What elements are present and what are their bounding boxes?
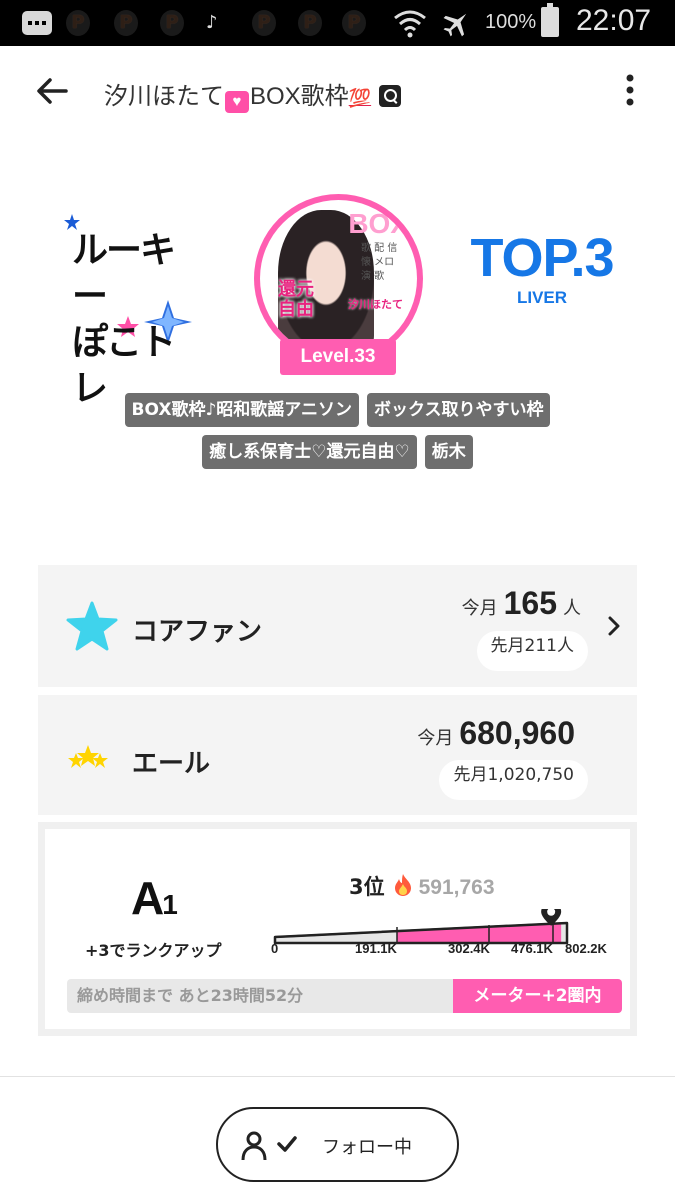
battery-icon [541, 3, 559, 37]
tag[interactable]: 癒し系保育士♡還元自由♡ [202, 435, 417, 469]
battery-percent: 100% [485, 11, 537, 33]
p-app-icon: P [160, 10, 184, 36]
heart-icon: ♥ [225, 91, 249, 113]
this-month-prefix: 今月 [417, 728, 454, 749]
p-app-icon: P [66, 10, 90, 36]
avatar-box-text: BOX [348, 208, 409, 239]
rank-letter-main: A [131, 872, 164, 924]
meter-label: 0 [271, 941, 279, 956]
core-fan-card[interactable]: コアファン 今月 165 人 先月211人 [38, 565, 637, 687]
meter-status-badge: メーター+2圏内 [453, 979, 622, 1013]
tag[interactable]: BOX歌枠♪昭和歌謡アニソン [124, 393, 359, 427]
p-app-icon: P [114, 10, 138, 36]
search-box-icon[interactable] [379, 85, 402, 107]
meter-label: 476.1K [511, 941, 553, 956]
check-icon [277, 1136, 297, 1152]
follow-button[interactable]: フォロー中 [216, 1107, 459, 1182]
avatar-name: 汐川ほたて [348, 298, 403, 311]
yell-label: エール [132, 749, 211, 779]
star-icon [66, 601, 118, 651]
page-title: 汐川ほたて ♥ BOX歌枠💯 [104, 76, 402, 113]
yell-card: エール 今月 680,960 先月1,020,750 [38, 695, 637, 815]
tiktok-icon: ♪ [206, 12, 218, 33]
p-app-icon: P [298, 10, 322, 36]
tag[interactable]: ボックス取りやすい枠 [366, 393, 551, 427]
p-app-icon: P [342, 10, 366, 36]
avatar[interactable]: BOX 歌 配 信懐 メロ演 歌 還元 自由 汐川ほたて [254, 194, 423, 363]
core-fan-label: コアファン [132, 617, 263, 647]
deadline-text: 締め時間まで あと23時間52分 [67, 979, 453, 1013]
title-topic: BOX歌枠 [250, 83, 349, 110]
core-fan-this-month: 今月 165 人 [462, 585, 581, 622]
rookie-line-1: ルーキー [72, 230, 176, 317]
meter-labels: 0 191.1K 302.4K 476.1K 802.2K [271, 941, 611, 961]
rank-letter: A1 [131, 871, 178, 925]
status-bar: P P P ♪ P P P 100% 22:07 [0, 0, 675, 46]
more-vert-icon[interactable] [618, 72, 642, 108]
rank-position: 3位 591,763 [349, 871, 495, 901]
top-rank-sub: LIVER [516, 288, 568, 307]
yell-value: 680,960 [459, 715, 575, 751]
rookie-badge[interactable]: ルーキー ぽこトレ [60, 210, 195, 409]
avatar-side-text: 歌 配 信懐 メロ演 歌 [361, 243, 398, 282]
rank-position-text: 3位 [349, 875, 385, 899]
app-header: 汐川ほたて ♥ BOX歌枠💯 [0, 46, 675, 136]
airplane-icon [443, 13, 467, 37]
level-badge: Level.33 [280, 339, 396, 375]
title-name: 汐川ほたて [104, 83, 224, 110]
hundred-icon: 💯 [348, 88, 372, 108]
stars-icon [68, 745, 108, 768]
yell-last-month: 先月1,020,750 [439, 760, 588, 800]
core-fan-value: 165 [503, 585, 557, 621]
meter-label: 191.1K [355, 941, 397, 956]
flame-icon [394, 874, 411, 896]
yell-this-month: 今月 680,960 [417, 715, 581, 752]
avatar-kanji-line-1: 還元 [278, 279, 314, 300]
core-fan-unit: 人 [563, 598, 581, 619]
avatar-kanji: 還元 自由 [278, 280, 314, 320]
this-month-prefix: 今月 [461, 598, 498, 619]
rank-card-inner: A1 +3でランクアップ 3位 591,763 0 191.1K 302.4K … [45, 829, 630, 1029]
back-arrow-icon[interactable] [30, 68, 76, 114]
message-icon [22, 11, 52, 35]
rank-score: 591,763 [418, 876, 495, 899]
rank-letter-sub: 1 [162, 889, 178, 920]
wifi-icon [394, 10, 426, 38]
rank-up-text: +3でランクアップ [85, 941, 222, 960]
clock-time: 22:07 [576, 4, 652, 37]
core-fan-last-month: 先月211人 [476, 631, 588, 671]
top-rank-text: TOP.3 [470, 228, 614, 288]
tag[interactable]: 栃木 [424, 435, 473, 469]
meter-label: 802.2K [565, 941, 607, 956]
p-app-icon: P [252, 10, 276, 36]
top-liver-badge[interactable]: TOP.3 LIVER [452, 228, 632, 308]
person-icon [241, 1131, 267, 1161]
avatar-image: BOX 歌 配 信懐 メロ演 歌 還元 自由 汐川ほたて [260, 200, 417, 357]
tag-list: BOX歌枠♪昭和歌謡アニソン ボックス取りやすい枠 癒し系保育士♡還元自由♡ 栃… [0, 393, 675, 477]
meter-label: 302.4K [448, 941, 490, 956]
rank-card[interactable]: A1 +3でランクアップ 3位 591,763 0 191.1K 302.4K … [38, 822, 637, 1036]
chevron-right-icon[interactable] [605, 615, 623, 637]
follow-label: フォロー中 [322, 1137, 412, 1158]
rookie-text: ルーキー ぽこトレ [72, 228, 195, 412]
divider [0, 1076, 675, 1077]
avatar-kanji-line-2: 自由 [278, 299, 314, 320]
